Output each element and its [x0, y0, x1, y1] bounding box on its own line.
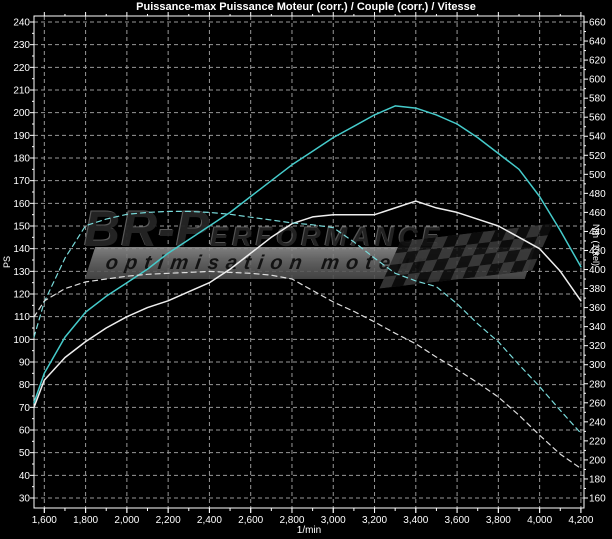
- plot-curves: [0, 0, 612, 539]
- curve-torque-original: [34, 271, 581, 468]
- curve-power-original: [34, 201, 581, 407]
- curve-power-optimized: [34, 106, 581, 403]
- dyno-chart: Puissance-max Puissance Moteur (corr.) /…: [0, 0, 612, 539]
